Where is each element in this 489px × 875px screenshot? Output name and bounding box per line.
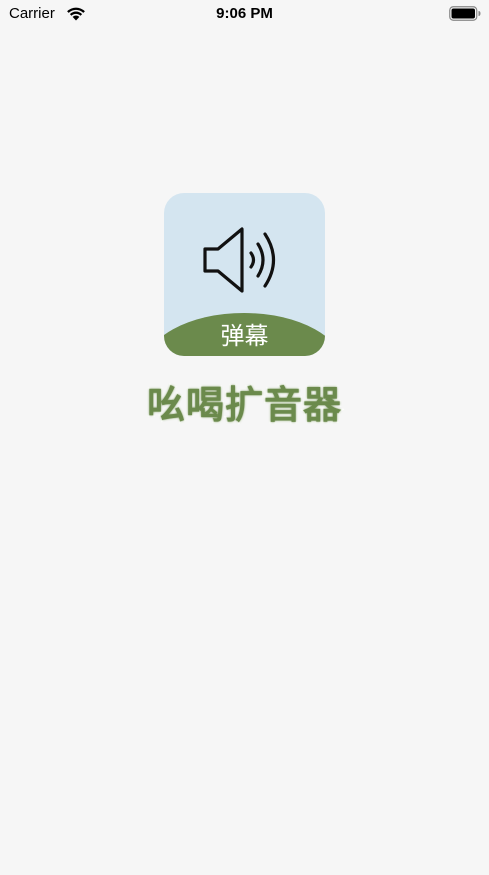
app-icon: 弹幕 [164, 193, 325, 356]
battery-icon [449, 6, 481, 21]
speaker-icon [202, 221, 288, 299]
icon-label: 弹幕 [220, 322, 269, 350]
status-time: 9:06 PM [216, 5, 273, 22]
status-bar: Carrier 9:06 PM [0, 0, 489, 30]
app-title: 吆喝扩音器 [145, 382, 342, 429]
